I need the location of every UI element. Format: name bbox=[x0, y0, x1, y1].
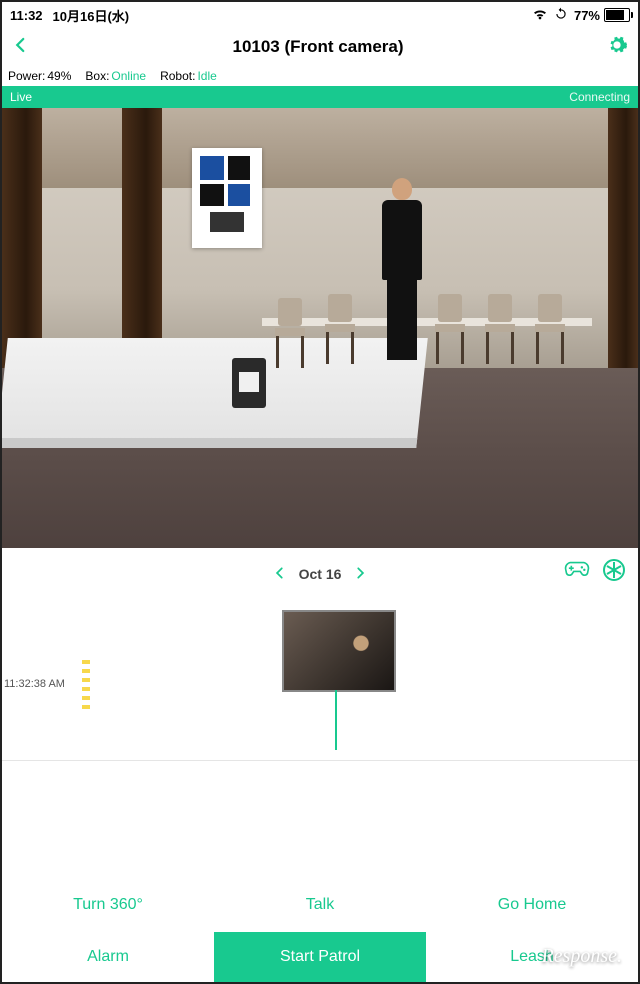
power-label: Power: bbox=[8, 69, 45, 83]
back-button[interactable] bbox=[12, 34, 30, 60]
snowflake-icon[interactable] bbox=[602, 558, 626, 588]
connection-status: Connecting bbox=[569, 90, 630, 104]
status-time: 11:32 bbox=[10, 8, 43, 23]
talk-button[interactable]: Talk bbox=[214, 878, 426, 932]
live-status-bar: Live Connecting bbox=[2, 86, 638, 108]
battery-pct: 77% bbox=[574, 8, 600, 23]
battery-indicator: 77% bbox=[574, 8, 630, 23]
wifi-icon bbox=[532, 8, 548, 23]
robot-status-line: Power: 49% Box: Online Robot: Idle bbox=[2, 66, 638, 86]
alarm-button[interactable]: Alarm bbox=[2, 932, 214, 982]
leash-button[interactable]: Leash bbox=[426, 932, 638, 982]
nav-bar: 10103 (Front camera) bbox=[2, 28, 638, 66]
gamepad-icon[interactable] bbox=[564, 558, 590, 588]
timeline-cursor[interactable] bbox=[335, 690, 337, 750]
camera-feed[interactable] bbox=[2, 108, 638, 548]
box-label: Box: bbox=[85, 69, 109, 83]
live-label: Live bbox=[10, 90, 32, 104]
start-patrol-button[interactable]: Start Patrol bbox=[214, 932, 426, 982]
timeline-timestamp: 11:32:38 AM bbox=[4, 678, 65, 690]
rotation-lock-icon bbox=[554, 7, 568, 24]
event-thumbnail[interactable] bbox=[282, 610, 396, 692]
power-value: 49% bbox=[47, 69, 71, 83]
turn-360-button[interactable]: Turn 360° bbox=[2, 878, 214, 932]
go-home-button[interactable]: Go Home bbox=[426, 878, 638, 932]
robot-label: Robot: bbox=[160, 69, 195, 83]
settings-button[interactable] bbox=[606, 34, 628, 61]
timeline-activity-marks bbox=[82, 660, 90, 710]
robot-value: Idle bbox=[197, 69, 216, 83]
box-value: Online bbox=[111, 69, 146, 83]
next-day-button[interactable] bbox=[345, 563, 375, 586]
selected-date[interactable]: Oct 16 bbox=[299, 566, 342, 582]
event-timeline[interactable]: 11:32:38 AM bbox=[2, 600, 638, 760]
person-in-frame bbox=[372, 178, 432, 368]
status-date: 10月16日(水) bbox=[53, 6, 130, 25]
page-title: 10103 (Front camera) bbox=[30, 37, 606, 57]
prev-day-button[interactable] bbox=[265, 563, 295, 586]
action-row-2: Alarm Start Patrol Leash bbox=[2, 932, 638, 982]
wall-art bbox=[192, 148, 262, 248]
waste-bin bbox=[232, 358, 266, 408]
ios-status-bar: 11:32 10月16日(水) 77% bbox=[2, 2, 638, 28]
action-row-1: Turn 360° Talk Go Home bbox=[2, 878, 638, 932]
date-selector: Oct 16 bbox=[2, 548, 638, 600]
